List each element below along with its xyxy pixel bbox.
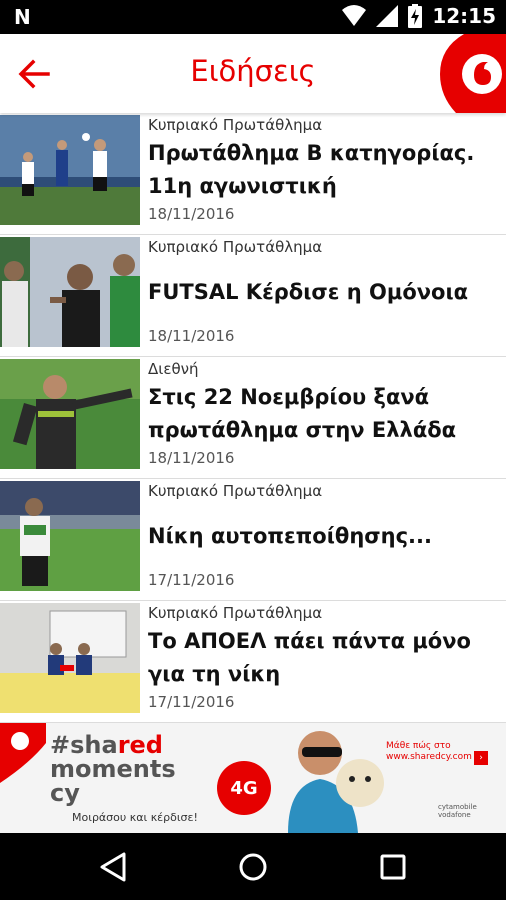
news-date: 18/11/2016 <box>148 327 235 345</box>
vodafone-banner-logo <box>0 723 46 783</box>
banner-ad[interactable]: #shared moments cy Μοιράσου και κέρδισε!… <box>0 723 506 833</box>
news-item[interactable]: Κυπριακό Πρωτάθλημα Νίκη αυτοπεποίθησης.… <box>0 479 506 601</box>
news-thumbnail <box>0 481 140 591</box>
banner-brands: cytamobile vodafone <box>438 803 477 819</box>
news-item[interactable]: Διεθνή Στις 22 Νοεμβρίου ξανά πρωτάθλημα… <box>0 357 506 479</box>
news-list: Κυπριακό Πρωτάθλημα Πρωτάθλημα Β κατηγορ… <box>0 113 506 723</box>
news-date: 17/11/2016 <box>148 571 235 589</box>
news-category: Κυπριακό Πρωτάθλημα <box>148 604 323 622</box>
news-title: Νίκη αυτοπεποίθησης... <box>148 523 432 548</box>
news-thumbnail <box>0 603 140 713</box>
page-title: Ειδήσεις <box>190 54 316 88</box>
news-title: FUTSAL Κέρδισε η Ομόνοια <box>148 279 469 304</box>
news-category: Διεθνή <box>148 360 199 378</box>
news-thumbnail <box>0 237 140 347</box>
news-category: Κυπριακό Πρωτάθλημα <box>148 482 323 500</box>
chevron-right-icon[interactable]: › <box>474 751 488 765</box>
news-date: 17/11/2016 <box>148 693 235 711</box>
back-triangle-icon[interactable] <box>98 851 130 883</box>
news-title: Το ΑΠΟΕΛ πάει πάντα μόνο για τη νίκη <box>148 629 471 686</box>
news-title: Στις 22 Νοεμβρίου ξανά πρωτάθλημα στην Ε… <box>148 385 457 442</box>
battery-charging-icon <box>408 4 423 28</box>
news-category: Κυπριακό Πρωτάθλημα <box>148 238 323 256</box>
news-date: 18/11/2016 <box>148 449 235 467</box>
banner-cta[interactable]: Μάθε πώς στο www.sharedcy.com <box>386 741 472 763</box>
news-thumbnail <box>0 115 140 225</box>
news-thumbnail <box>0 359 140 469</box>
news-item[interactable]: Κυπριακό Πρωτάθλημα Το ΑΠΟΕΛ πάει πάντα … <box>0 601 506 723</box>
banner-hashtag: #shared moments cy <box>50 731 176 807</box>
news-item[interactable]: Κυπριακό Πρωτάθλημα FUTSAL Κέρδισε η Ομό… <box>0 235 506 357</box>
banner-4g-badge: 4G <box>217 761 271 815</box>
recents-square-icon[interactable] <box>377 851 409 883</box>
news-item[interactable]: Κυπριακό Πρωτάθλημα Πρωτάθλημα Β κατηγορ… <box>0 113 506 235</box>
news-date: 18/11/2016 <box>148 205 235 223</box>
news-title: Πρωτάθλημα Β κατηγορίας. 11η αγωνιστική <box>148 141 475 198</box>
status-time: 12:15 <box>432 4 496 28</box>
vodafone-logo <box>440 34 506 113</box>
navigation-bar <box>0 833 506 900</box>
status-bar: N 12:15 <box>0 0 506 34</box>
banner-tagline: Μοιράσου και κέρδισε! <box>72 811 198 824</box>
notification-icon: N <box>14 5 31 29</box>
news-category: Κυπριακό Πρωτάθλημα <box>148 116 323 134</box>
app-bar: Ειδήσεις <box>0 34 506 113</box>
banner-photo <box>288 731 384 833</box>
wifi-icon <box>342 5 367 26</box>
signal-icon <box>376 5 399 27</box>
home-circle-icon[interactable] <box>237 851 269 883</box>
